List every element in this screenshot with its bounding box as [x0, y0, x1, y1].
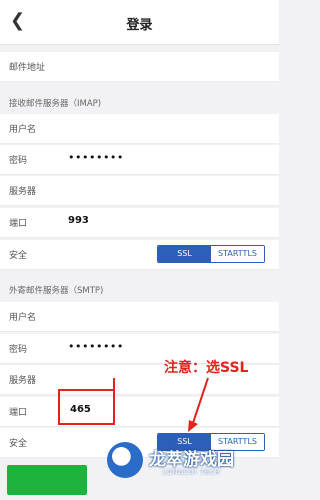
logo-icon	[107, 442, 143, 478]
watermark-subtitle: LONGCUI TECH	[163, 469, 221, 476]
annotation-arrow-icon	[188, 377, 209, 432]
login-button[interactable]	[7, 465, 87, 495]
watermark-title: 龙萃游戏园	[149, 450, 234, 470]
watermark-logo: 龙萃游戏园 LONGCUI TECH	[103, 440, 279, 500]
